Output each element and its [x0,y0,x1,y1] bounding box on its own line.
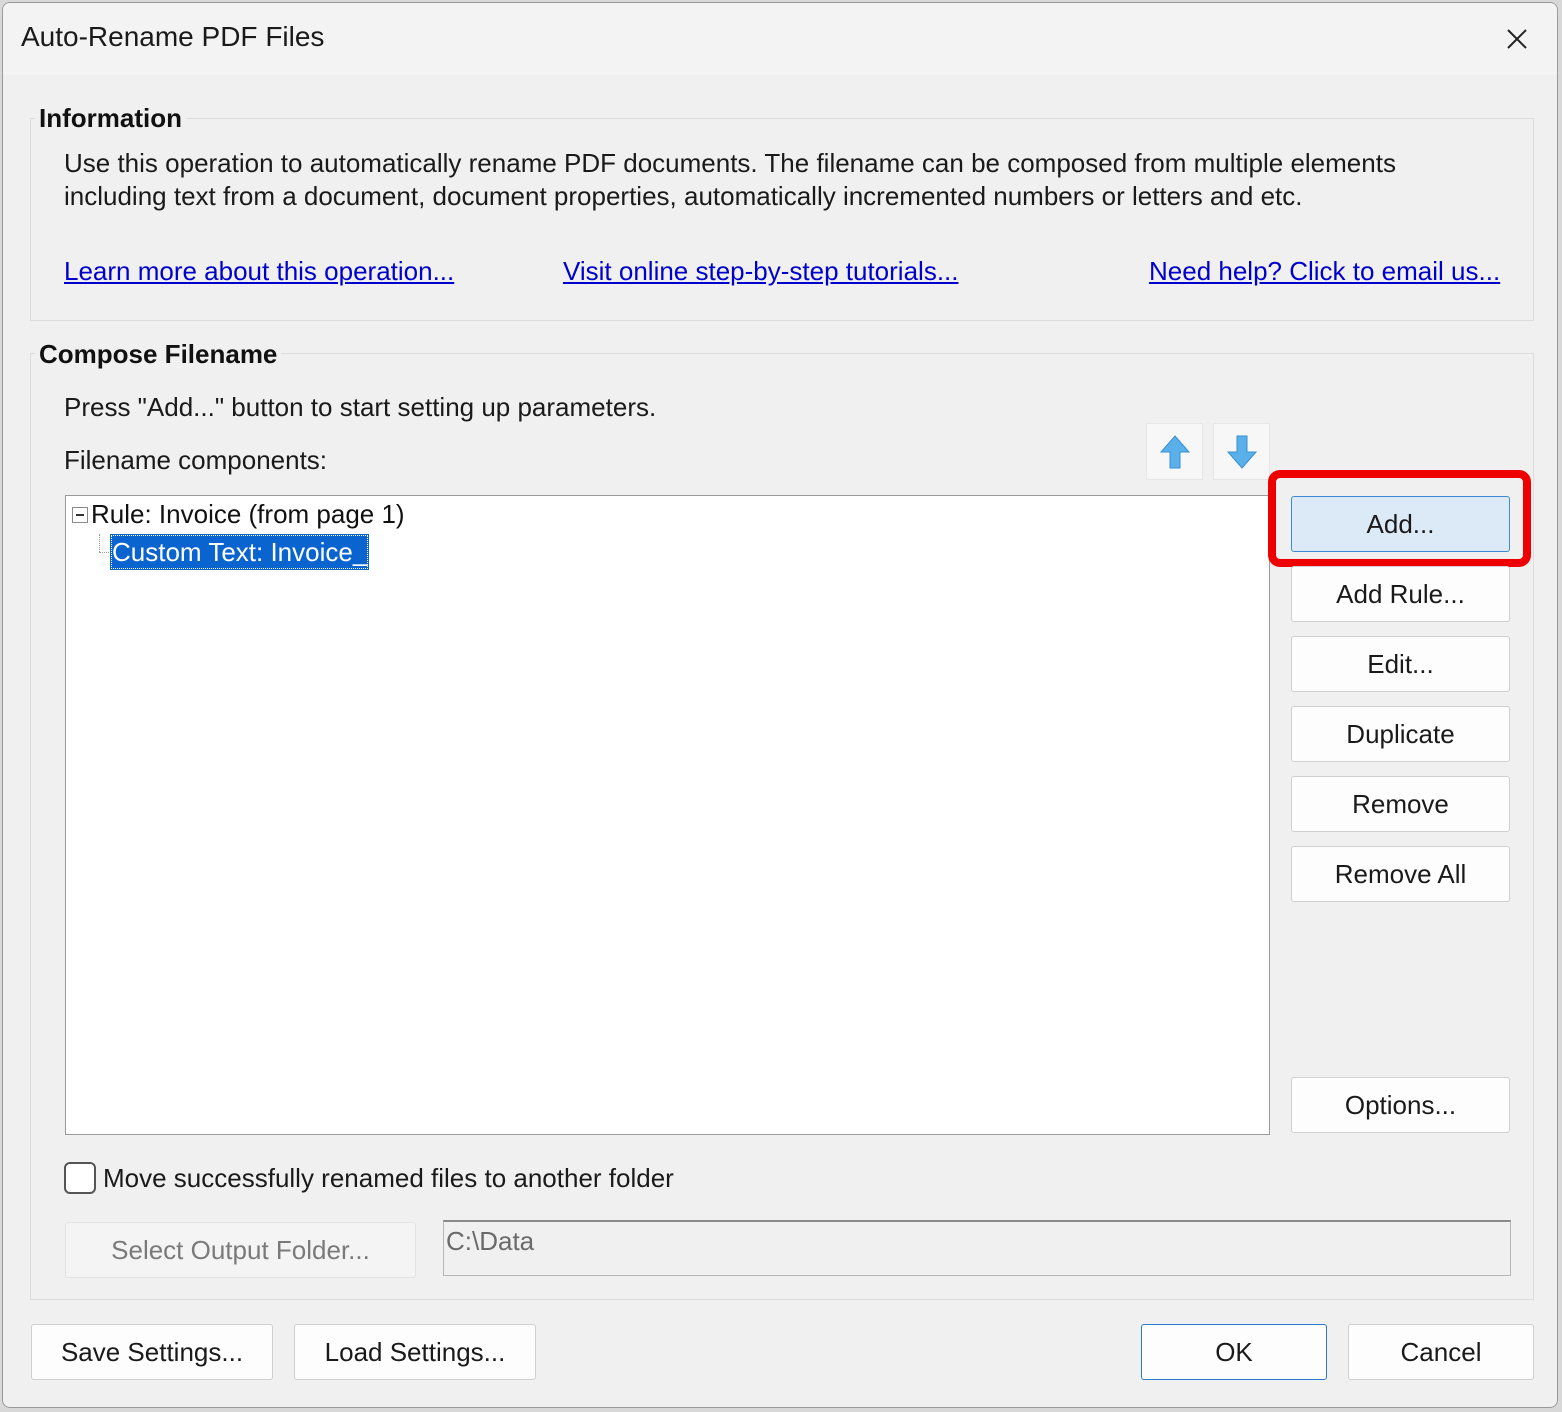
tree-node-custom-text[interactable]: Custom Text: Invoice_ [110,534,370,570]
remove-all-button[interactable]: Remove All [1291,846,1510,902]
collapse-icon[interactable] [72,507,88,523]
close-button[interactable] [1477,3,1557,75]
tree-connector [99,534,100,552]
learn-more-link[interactable]: Learn more about this operation... [64,256,454,287]
ok-button[interactable]: OK [1141,1324,1327,1380]
compose-filename-label: Compose Filename [35,339,282,370]
cancel-button[interactable]: Cancel [1348,1324,1534,1380]
auto-rename-dialog: Auto-Rename PDF Files Information Use th… [2,2,1558,1408]
move-files-checkbox[interactable] [64,1162,96,1194]
tree-connector-horizontal [99,552,109,553]
window-title: Auto-Rename PDF Files [21,21,325,52]
add-rule-button[interactable]: Add Rule... [1291,566,1510,622]
save-settings-button[interactable]: Save Settings... [31,1324,273,1380]
move-up-button[interactable] [1146,423,1203,480]
move-files-label[interactable]: Move successfully renamed files to anoth… [103,1163,674,1194]
select-output-folder-button[interactable]: Select Output Folder... [65,1222,416,1278]
load-settings-button[interactable]: Load Settings... [294,1324,536,1380]
move-down-button[interactable] [1213,423,1270,480]
filename-components-label: Filename components: [64,445,328,475]
options-button[interactable]: Options... [1291,1077,1510,1133]
edit-button[interactable]: Edit... [1291,636,1510,692]
arrow-down-icon [1226,435,1257,469]
close-icon [1507,29,1527,49]
information-line-1: Use this operation to automatically rena… [64,148,1396,178]
information-label: Information [35,103,186,134]
duplicate-button[interactable]: Duplicate [1291,706,1510,762]
add-button[interactable]: Add... [1291,496,1510,552]
tutorials-link[interactable]: Visit online step-by-step tutorials... [563,256,958,287]
remove-button[interactable]: Remove [1291,776,1510,832]
arrow-up-icon [1159,434,1190,468]
email-help-link[interactable]: Need help? Click to email us... [1149,256,1500,287]
output-folder-field[interactable]: C:\Data [443,1220,1511,1276]
title-bar: Auto-Rename PDF Files [3,3,1557,75]
tree-node-rule[interactable]: Rule: Invoice (from page 1) [91,499,405,530]
filename-components-tree[interactable]: Rule: Invoice (from page 1) Custom Text:… [65,495,1270,1135]
information-line-2: including text from a document, document… [64,181,1303,211]
compose-instruction: Press "Add..." button to start setting u… [64,392,657,422]
